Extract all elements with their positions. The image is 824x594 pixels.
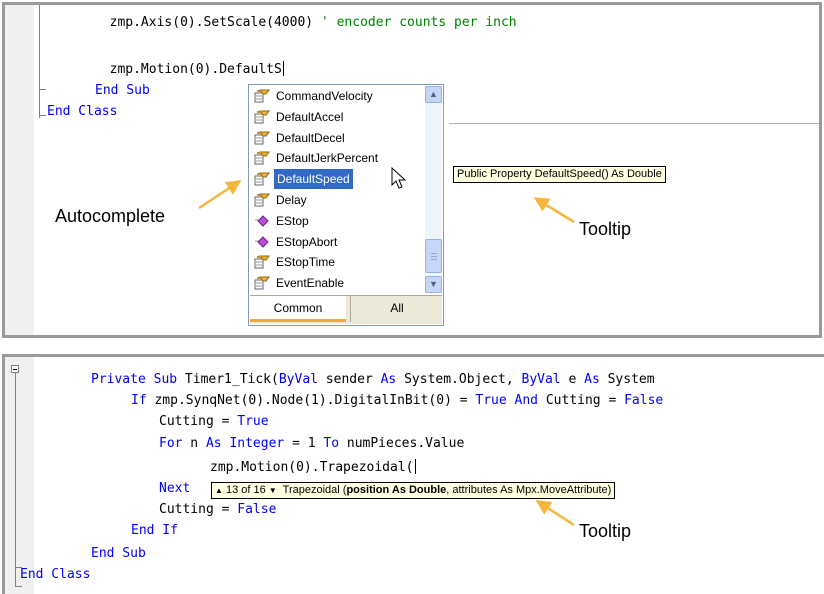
outline-tick xyxy=(15,586,22,587)
arrow-to-autocomplete xyxy=(198,179,242,210)
callout-arrows xyxy=(198,179,575,527)
arrow-to-tooltip-2 xyxy=(535,499,575,527)
arrow-to-tooltip-1 xyxy=(533,196,575,224)
